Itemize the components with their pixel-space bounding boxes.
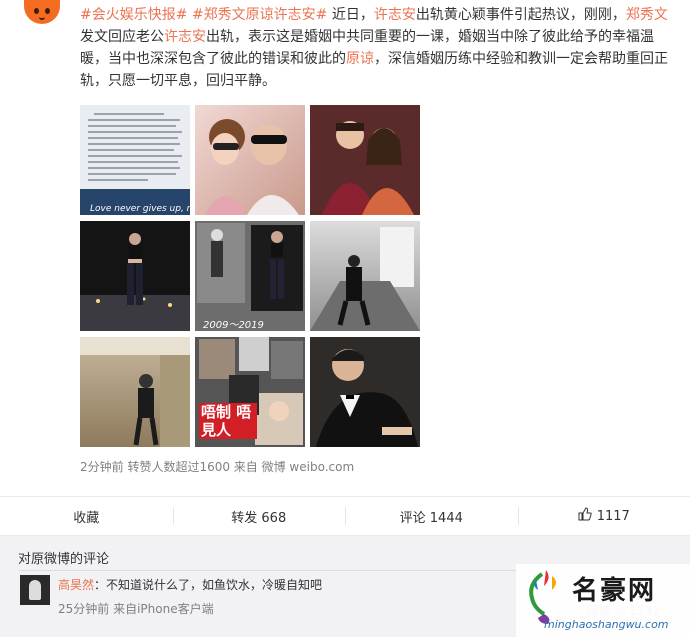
hallway-photo-art [310, 227, 420, 331]
post-image-3[interactable] [310, 105, 420, 215]
site-watermark: 名豪网 minghaoshangwu.com [516, 564, 690, 637]
post-link-text[interactable]: #会火娱乐快报# [80, 7, 187, 23]
thumbs-up-icon [578, 507, 592, 525]
walking-man-photo-art [80, 337, 190, 447]
like-button[interactable]: 1117 [517, 497, 690, 535]
commenter-avatar[interactable] [20, 575, 50, 605]
image-5-caption: 2009～2019 [203, 320, 264, 331]
comment-button[interactable]: 评论 1444 [345, 497, 518, 535]
favorite-label: 收藏 [73, 510, 100, 526]
post-link-text[interactable]: 原谅 [346, 51, 374, 67]
like-count: 1117 [596, 508, 630, 524]
comment-label: 评论 1444 [399, 510, 463, 526]
text-screenshot-art [80, 113, 190, 215]
watermark-url: minghaoshangwu.com [544, 618, 669, 631]
image-8-caption: 唔制 唔見人 [199, 403, 257, 439]
post-link-text[interactable]: 许志安 [164, 29, 206, 45]
favorite-button[interactable]: 收藏 [0, 497, 173, 535]
post-meta: 2分钟前 转赞人数超过1600 来自 微博 weibo.com [80, 460, 355, 474]
post-image-7[interactable] [80, 337, 190, 447]
couple-photo-art [310, 105, 420, 215]
post-image-9[interactable] [310, 337, 420, 447]
author-avatar[interactable] [24, 0, 60, 24]
repost-button[interactable]: 转发 668 [172, 497, 346, 535]
comment-text: ：不知道说什么了，如鱼饮水，冷暖自知吧 [94, 578, 323, 592]
collage-photo-art [197, 223, 303, 311]
avatar-eye-left [34, 8, 39, 14]
stage-photo-art [80, 233, 190, 331]
post-link-text[interactable]: 郑秀文 [626, 7, 668, 23]
post-plain-text: 发文回应老公 [80, 29, 164, 45]
post-image-grid: Love never gives up, never [80, 105, 420, 447]
post-plain-text: 出轨黄心颖事件引起热议，刚刚， [415, 7, 626, 23]
weibo-post-card: #会火娱乐快报# #郑秀文原谅许志安# 近日，许志安出轨黄心颖事件引起热议，刚刚… [0, 0, 690, 536]
commenter-name[interactable]: 高昊然 [58, 578, 94, 592]
post-text: #会火娱乐快报# #郑秀文原谅许志安# 近日，许志安出轨黄心颖事件引起热议，刚刚… [80, 4, 680, 92]
comment-time: 25分钟前 来自iPhone客户端 [58, 602, 214, 616]
post-image-1[interactable]: Love never gives up, never [80, 105, 190, 215]
selfie-photo-art [205, 119, 299, 215]
post-image-2[interactable] [195, 105, 305, 215]
watermark-title: 名豪网 [572, 576, 657, 606]
avatar-mouth [39, 15, 45, 20]
tuxedo-photo-art [310, 337, 420, 447]
post-image-6[interactable] [310, 221, 420, 331]
post-action-bar: 收藏 转发 668 评论 1444 1117 [0, 496, 690, 536]
watermark-logo-icon [529, 570, 556, 624]
comment-body: 高昊然：不知道说什么了，如鱼饮水，冷暖自知吧 [58, 576, 322, 593]
post-link-text[interactable]: #郑秀文原谅许志安# [192, 7, 327, 23]
image-1-caption: Love never gives up, never [90, 204, 190, 214]
post-image-8[interactable]: 唔制 唔見人 [195, 337, 305, 447]
post-link-text[interactable]: 许志安 [374, 7, 416, 23]
post-plain-text: 近日， [327, 7, 374, 23]
comments-title: 对原微博的评论 [18, 552, 110, 567]
post-image-5[interactable]: 2009～2019 [195, 221, 305, 331]
repost-label: 转发 668 [231, 510, 287, 526]
post-image-4[interactable] [80, 221, 190, 331]
avatar-eye-right [45, 8, 50, 14]
